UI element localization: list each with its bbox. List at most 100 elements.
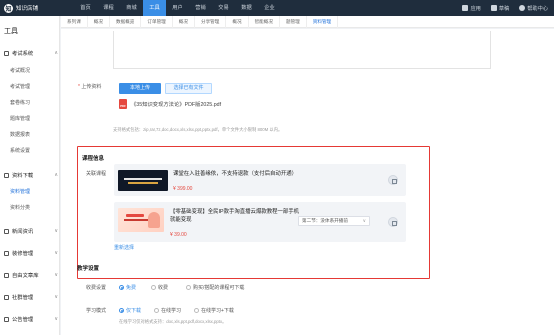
topnav-item-users[interactable]: 用户 [166, 0, 189, 16]
course-title: 课堂在入驻善缘依，不支持退款（支付后自动开通） [173, 171, 297, 177]
delete-icon[interactable] [388, 217, 398, 227]
topnav-item-marketing[interactable]: 营销 [189, 0, 212, 16]
apps-label: 应用 [470, 5, 481, 12]
fee-setting-label: 收费设置 [86, 285, 107, 291]
tab-overview-3[interactable]: 概况 [226, 15, 249, 28]
radio-purchase-download[interactable]: 购买/搭配的课程可下载 [186, 284, 244, 291]
news-icon [4, 228, 9, 234]
sidebar-group-label: 社群管理 [12, 295, 34, 301]
lesson-select-value: 第二节：没体系开播前 [302, 218, 348, 223]
topnav-item-enterprise[interactable]: 企业 [258, 0, 281, 16]
sidebar-group-decoration[interactable]: 装修管理 ∨ [4, 248, 58, 258]
lesson-select[interactable]: 第二节：没体系开播前 ∨ [298, 216, 370, 226]
sidebar-group-articles[interactable]: 自由文章库 ∨ [4, 270, 58, 280]
topnav-item-data[interactable]: 数据 [235, 0, 258, 16]
uploaded-file-name: 《35知识变现方法论》PDF版2025.pdf [131, 102, 222, 108]
chevron-down-icon: ∨ [54, 250, 58, 256]
articles-icon [4, 272, 9, 278]
upload-format-hint: 支持格式包括：zip,rar,7z,doc,docx,xls,xlsx,ppt,… [113, 127, 283, 132]
tab-question-manage[interactable]: 题管理 [280, 15, 307, 28]
tab-smart-overview[interactable]: 智能概况 [249, 15, 280, 28]
sidebar-group-label: 考试系统 [12, 51, 34, 57]
tabs-bar: 系列课 概况 数据概览 订单管理 概况 分享管理 概况 智能概况 题管理 资料管… [61, 15, 554, 28]
local-upload-button[interactable]: 本地上传 [119, 83, 161, 94]
tab-share-manage[interactable]: 分享管理 [195, 15, 227, 28]
sidebar-title: 工具 [4, 28, 18, 35]
topnav-item-mall[interactable]: 商城 [120, 0, 143, 16]
sidebar: 工具 考试系统 ∧ 考试概况 考试管理 套卷练习 题库管理 数据报表 系统设置 … [0, 16, 60, 335]
notice-button[interactable]: 草稿 [490, 5, 510, 12]
sidebar-group-label: 新闻资讯 [12, 229, 34, 235]
course-thumbnail [118, 170, 168, 191]
main-content: * 上传资料 本地上传 选择已有文件 PDF 《35知识变现方法论》PDF版20… [61, 29, 554, 335]
topnav-item-home[interactable]: 首页 [74, 0, 97, 16]
top-bar: 知 知识店铺 首页 课程 商城 工具 用户 营销 交易 数据 企业 应用 草稿 … [0, 0, 554, 16]
tab-data-overview[interactable]: 数据概览 [110, 15, 142, 28]
choose-existing-file-button[interactable]: 选择已有文件 [165, 83, 212, 94]
delete-icon[interactable] [388, 175, 398, 185]
topnav-item-tools[interactable]: 工具 [143, 0, 166, 16]
sidebar-group-label: 装修管理 [12, 251, 34, 257]
sidebar-group-exam[interactable]: 考试系统 ∧ [4, 48, 58, 58]
notice-icon [490, 5, 497, 11]
apps-icon [462, 5, 469, 11]
chevron-down-icon: ∨ [362, 218, 366, 223]
logo[interactable]: 知 知识店铺 [4, 3, 38, 13]
tab-series[interactable]: 系列课 [61, 15, 88, 28]
associated-course-label: 关联课程 [86, 171, 107, 177]
chevron-up-icon: ∧ [54, 50, 58, 56]
topnav-item-courses[interactable]: 课程 [97, 0, 120, 16]
sidebar-item-data-report[interactable]: 数据报表 [10, 131, 30, 138]
sidebar-group-label: 自由文章库 [12, 273, 39, 279]
announcement-icon [4, 316, 9, 322]
sidebar-group-download[interactable]: 资料下载 ∧ [4, 170, 58, 180]
radio-online-learning[interactable]: 在线学习 [154, 307, 181, 314]
radio-download-only[interactable]: 仅下载 [119, 307, 141, 314]
sidebar-item-material-category[interactable]: 资料分类 [10, 204, 30, 211]
sidebar-item-exam-overview[interactable]: 考试概况 [10, 67, 30, 74]
radio-dot [151, 285, 156, 290]
reselect-link[interactable]: 重新选择 [114, 244, 134, 251]
radio-dot [119, 285, 124, 290]
chevron-down-icon: ∨ [54, 294, 58, 300]
radio-dot [119, 308, 124, 313]
exam-icon [4, 50, 9, 56]
radio-dot [186, 285, 191, 290]
tab-orders[interactable]: 订单管理 [141, 15, 173, 28]
rich-text-editor[interactable] [113, 31, 491, 69]
download-icon [4, 172, 9, 178]
sidebar-group-label: 资料下载 [12, 173, 34, 179]
upload-label: * 上传资料 [78, 84, 102, 90]
course-price: ¥ 399.00 [173, 186, 193, 192]
radio-free[interactable]: 免费 [119, 284, 136, 291]
sidebar-group-label: 公告管理 [12, 317, 34, 323]
uploaded-file[interactable]: PDF 《35知识变现方法论》PDF版2025.pdf [119, 98, 221, 110]
sidebar-item-system-settings[interactable]: 系统设置 [10, 147, 30, 154]
course-price: ¥ 39.00 [170, 232, 187, 238]
course-info-title: 课程信息 [82, 156, 105, 162]
radio-paid[interactable]: 收费 [151, 284, 168, 291]
apps-button[interactable]: 应用 [462, 5, 481, 12]
sidebar-item-paper-practice[interactable]: 套卷练习 [10, 99, 30, 106]
help-button[interactable]: 帮助中心 [519, 5, 548, 12]
notice-label: 草稿 [498, 5, 510, 12]
tab-overview-1[interactable]: 概况 [88, 15, 110, 28]
sidebar-group-announcement[interactable]: 公告管理 ∨ [4, 314, 58, 324]
tab-overview-2[interactable]: 概况 [173, 15, 195, 28]
sidebar-group-community[interactable]: 社群管理 ∨ [4, 292, 58, 302]
logo-mark: 知 [4, 3, 13, 13]
sidebar-item-exam-manage[interactable]: 考试管理 [10, 83, 30, 90]
community-icon [4, 294, 9, 300]
tab-material-manage[interactable]: 资料管理 [307, 15, 339, 28]
sidebar-group-news[interactable]: 新闻资讯 ∨ [4, 226, 58, 236]
course-card: 课堂在入驻善缘依，不支持退款（支付后自动开通） ¥ 399.00 [114, 164, 406, 196]
chevron-up-icon: ∧ [54, 172, 58, 178]
chevron-down-icon: ∨ [54, 272, 58, 278]
radio-online-and-download[interactable]: 在线学习+下载 [194, 307, 234, 314]
sidebar-item-question-bank[interactable]: 题库管理 [10, 115, 30, 122]
radio-dot [154, 308, 159, 313]
sidebar-item-material-manage[interactable]: 资料管理 [10, 188, 30, 195]
radio-dot [194, 308, 199, 313]
topnav-item-trade[interactable]: 交易 [212, 0, 235, 16]
learning-mode-label: 学习模式 [86, 308, 107, 314]
